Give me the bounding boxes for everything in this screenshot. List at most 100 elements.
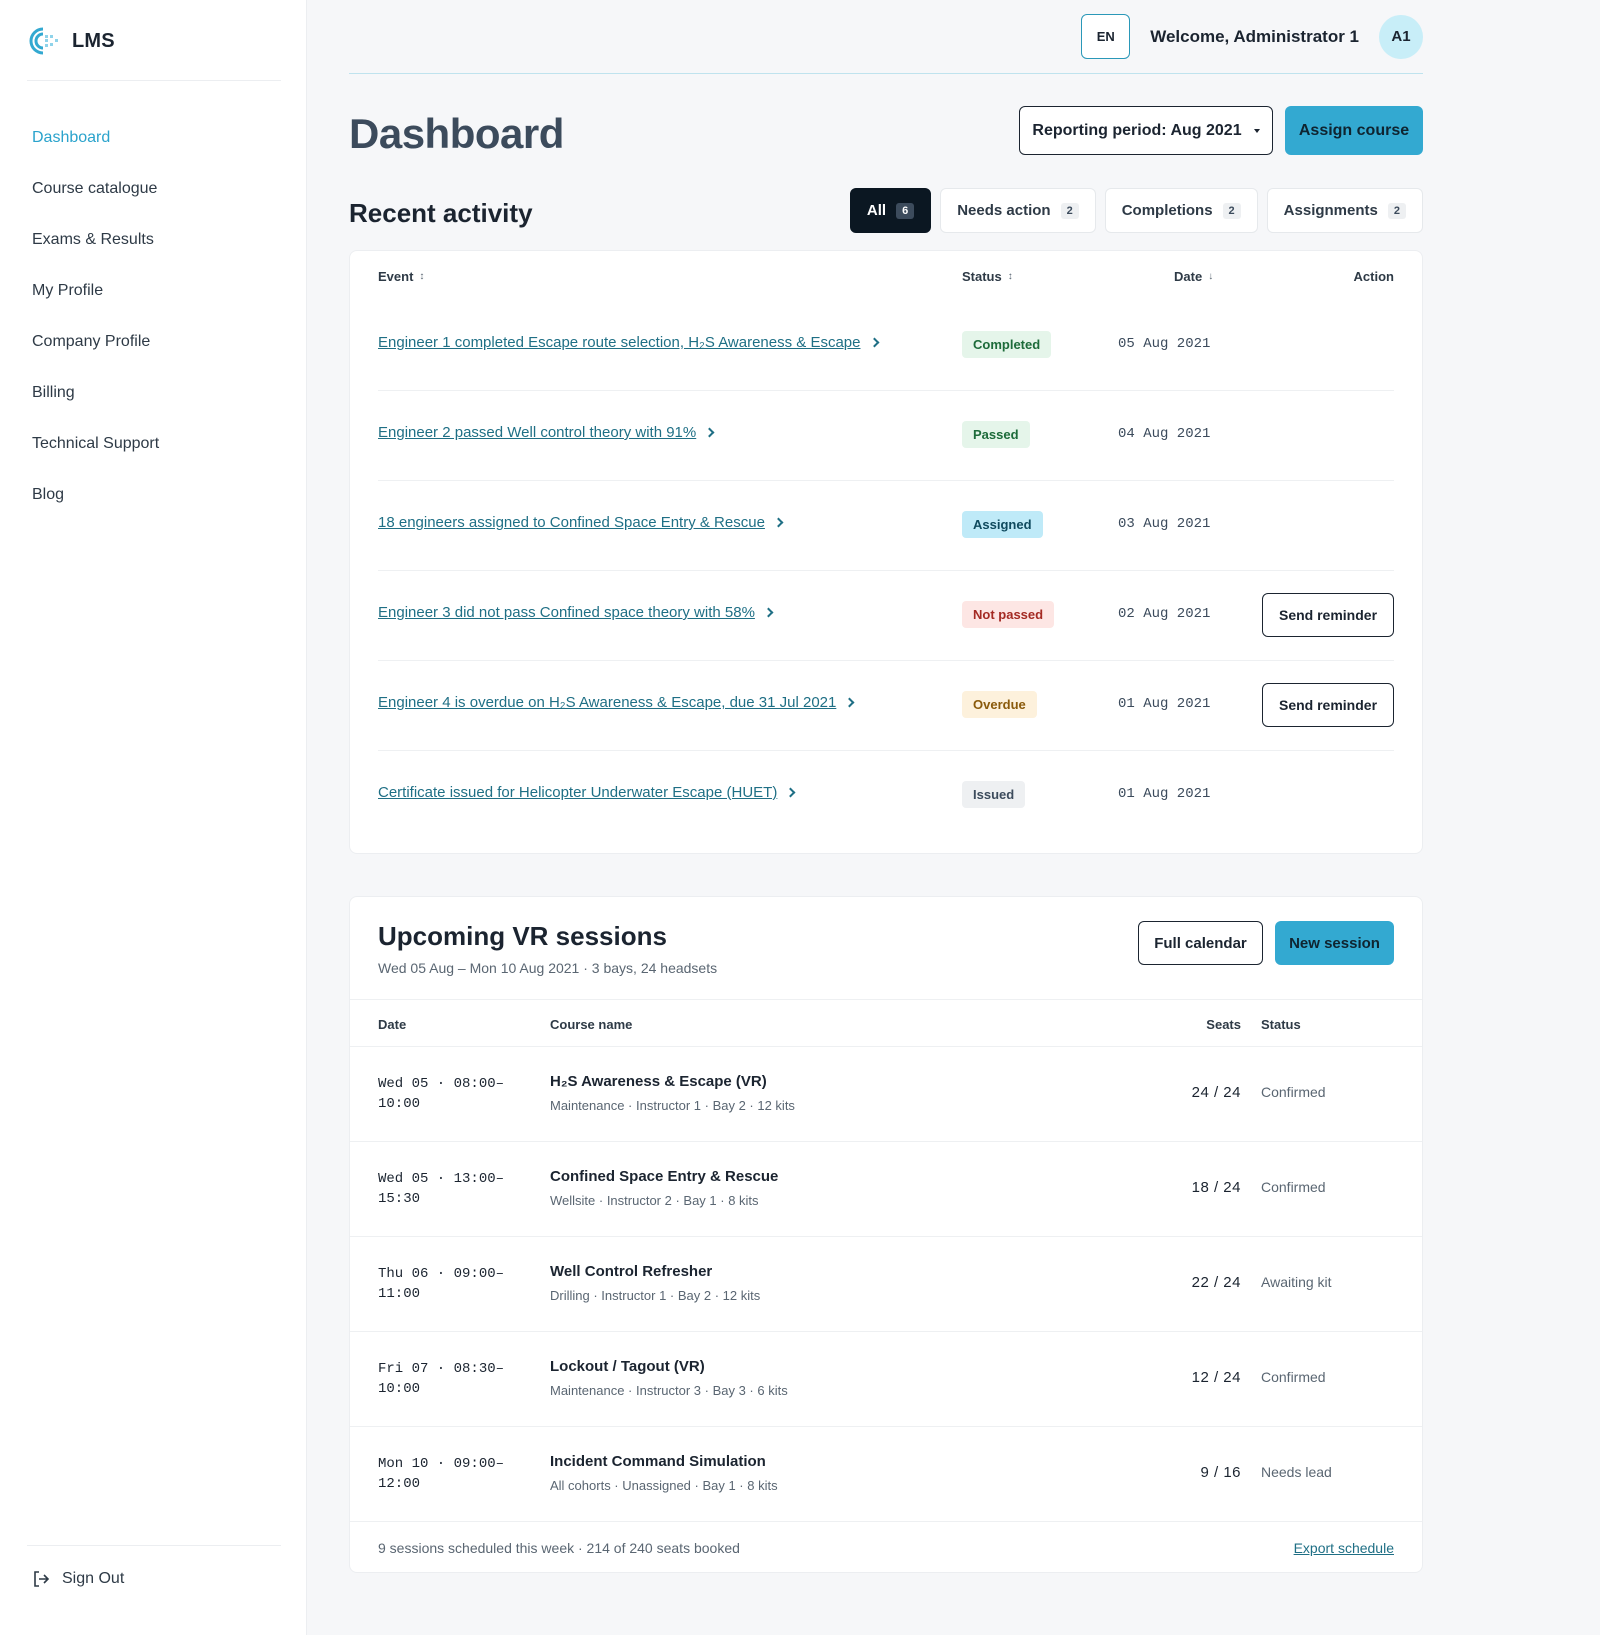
chevron-right-icon [763, 607, 774, 618]
course-meta: Maintenance · Instructor 3 · Bay 3 · 6 k… [550, 1383, 788, 1398]
status-badge: Issued [962, 781, 1026, 808]
column-seats: Seats [1206, 1017, 1241, 1032]
table-row[interactable]: Wed 05 · 08:00–10:00 H₂S Awareness & Esc… [350, 1047, 1422, 1142]
event-link[interactable]: 18 engineers assigned to Confined Space … [378, 514, 784, 531]
lms-logo-icon [29, 27, 58, 55]
app-name: LMS [72, 29, 115, 52]
main-content: EN Welcome, Administrator 1 A1 Dashboard… [349, 0, 1423, 1573]
filter-needs-action[interactable]: Needs action 2 [940, 188, 1096, 233]
filter-count: 6 [896, 202, 915, 219]
filter-completions[interactable]: Completions 2 [1104, 188, 1258, 233]
chevron-right-icon [785, 787, 796, 798]
sidebar-item-dashboard[interactable]: Dashboard [32, 112, 159, 163]
sidebar-item-exams-results[interactable]: Exams & Results [32, 214, 159, 265]
course-meta: Maintenance · Instructor 1 · Bay 2 · 12 … [550, 1098, 795, 1113]
session-seats: 22 / 24 [1191, 1274, 1241, 1291]
status-badge: Passed [962, 421, 1030, 448]
session-date: Wed 05 · 08:00–10:00 [378, 1076, 505, 1112]
status-badge: Completed [962, 331, 1052, 358]
sidebar-item-my-profile[interactable]: My Profile [32, 265, 159, 316]
chevron-right-icon [704, 427, 715, 438]
event-link[interactable]: Certificate issued for Helicopter Underw… [378, 784, 796, 801]
event-link[interactable]: Engineer 3 did not pass Confined space t… [378, 604, 774, 621]
send-reminder-button[interactable]: Send reminder [1262, 593, 1394, 637]
filter-all[interactable]: All 6 [849, 188, 932, 233]
reporting-period-label: Reporting period: Aug 2021 [1032, 121, 1242, 139]
table-row[interactable]: Fri 07 · 08:30–10:00 Lockout / Tagout (V… [350, 1332, 1422, 1427]
new-session-button[interactable]: New session [1275, 921, 1394, 965]
event-text: Engineer 1 completed Escape route select… [378, 334, 861, 351]
column-date[interactable]: Date ↓ [1174, 269, 1213, 284]
course-name: Well Control Refresher [550, 1263, 713, 1280]
sidebar-divider [27, 1545, 281, 1546]
filter-count: 2 [1222, 202, 1241, 219]
sidebar-nav: Dashboard Course catalogue Exams & Resul… [32, 112, 159, 520]
course-name: Lockout / Tagout (VR) [550, 1358, 705, 1375]
logo[interactable]: LMS [28, 26, 115, 56]
chevron-right-icon [844, 697, 855, 708]
table-row[interactable]: Thu 06 · 09:00–11:00 Well Control Refres… [350, 1237, 1422, 1332]
page-title: Dashboard [349, 110, 564, 157]
event-date: 03 Aug 2021 [1118, 516, 1211, 532]
course-meta: All cohorts · Unassigned · Bay 1 · 8 kit… [550, 1478, 778, 1493]
sidebar-item-blog[interactable]: Blog [32, 469, 159, 520]
sidebar-item-technical-support[interactable]: Technical Support [32, 418, 159, 469]
column-date: Date [378, 1017, 407, 1032]
table-row: Engineer 2 passed Well control theory wi… [378, 391, 1394, 481]
event-text: Engineer 2 passed Well control theory wi… [378, 424, 697, 441]
status-badge: Assigned [962, 511, 1043, 538]
avatar[interactable]: A1 [1379, 14, 1423, 59]
sort-icon: ↕ [419, 271, 425, 282]
course-meta: Drilling · Instructor 1 · Bay 2 · 12 kit… [550, 1288, 761, 1303]
assign-course-button[interactable]: Assign course [1285, 106, 1423, 155]
sign-out-button[interactable]: Sign Out [32, 1570, 124, 1588]
export-schedule-link[interactable]: Export schedule [1294, 1540, 1394, 1556]
event-link[interactable]: Engineer 2 passed Well control theory wi… [378, 424, 715, 441]
sidebar-item-course-catalogue[interactable]: Course catalogue [32, 163, 159, 214]
session-status: Confirmed [1261, 1084, 1326, 1100]
table-row[interactable]: Wed 05 · 13:00–15:30 Confined Space Entr… [350, 1142, 1422, 1237]
event-link[interactable]: Engineer 1 completed Escape route select… [378, 334, 879, 351]
session-date: Thu 06 · 09:00–11:00 [378, 1266, 505, 1302]
session-course: H₂S Awareness & Escape (VR) Maintenance … [550, 1073, 795, 1113]
event-date: 01 Aug 2021 [1118, 786, 1211, 802]
recent-activity-title: Recent activity [349, 198, 533, 228]
table-row: Engineer 1 completed Escape route select… [378, 301, 1394, 391]
caret-down-icon [1253, 128, 1260, 133]
sidebar: LMS Dashboard Course catalogue Exams & R… [0, 0, 307, 1635]
column-status[interactable]: Status ↕ [962, 269, 1013, 284]
column-status: Status [1261, 1017, 1301, 1032]
full-calendar-button[interactable]: Full calendar [1138, 921, 1263, 965]
session-course: Incident Command Simulation All cohorts … [550, 1453, 778, 1493]
chevron-right-icon [773, 517, 784, 528]
column-label: Action [1353, 269, 1394, 284]
table-row[interactable]: Mon 10 · 09:00–12:00 Incident Command Si… [350, 1427, 1422, 1522]
send-reminder-button[interactable]: Send reminder [1262, 683, 1394, 727]
table-row: Engineer 4 is overdue on H₂S Awareness &… [378, 661, 1394, 751]
course-name: Incident Command Simulation [550, 1453, 766, 1470]
event-link[interactable]: Engineer 4 is overdue on H₂S Awareness &… [378, 694, 855, 711]
sidebar-item-company-profile[interactable]: Company Profile [32, 316, 159, 367]
event-date: 04 Aug 2021 [1118, 426, 1211, 442]
session-status: Awaiting kit [1261, 1274, 1332, 1290]
filter-assignments[interactable]: Assignments 2 [1266, 188, 1423, 233]
sidebar-item-billing[interactable]: Billing [32, 367, 159, 418]
event-date: 01 Aug 2021 [1118, 696, 1211, 712]
language-selector[interactable]: EN [1081, 14, 1131, 59]
vr-sessions-card: Upcoming VR sessions Wed 05 Aug – Mon 10… [349, 896, 1423, 1573]
column-event[interactable]: Event ↕ [378, 269, 424, 284]
reporting-period-dropdown[interactable]: Reporting period: Aug 2021 [1019, 106, 1273, 155]
sign-out-label: Sign Out [62, 1570, 125, 1587]
event-text: Engineer 3 did not pass Confined space t… [378, 604, 755, 621]
column-action: Action [1354, 269, 1394, 284]
session-course: Lockout / Tagout (VR) Maintenance · Inst… [550, 1358, 788, 1398]
welcome-text: Welcome, Administrator 1 [1150, 26, 1359, 46]
sort-down-icon: ↓ [1208, 271, 1214, 282]
column-label: Event [378, 269, 414, 284]
session-date: Fri 07 · 08:30–10:00 [378, 1361, 505, 1397]
course-name: Confined Space Entry & Rescue [550, 1168, 779, 1185]
event-text: 18 engineers assigned to Confined Space … [378, 514, 765, 531]
session-seats: 18 / 24 [1191, 1179, 1241, 1196]
filter-count: 2 [1387, 202, 1406, 219]
session-seats: 9 / 16 [1200, 1464, 1241, 1481]
